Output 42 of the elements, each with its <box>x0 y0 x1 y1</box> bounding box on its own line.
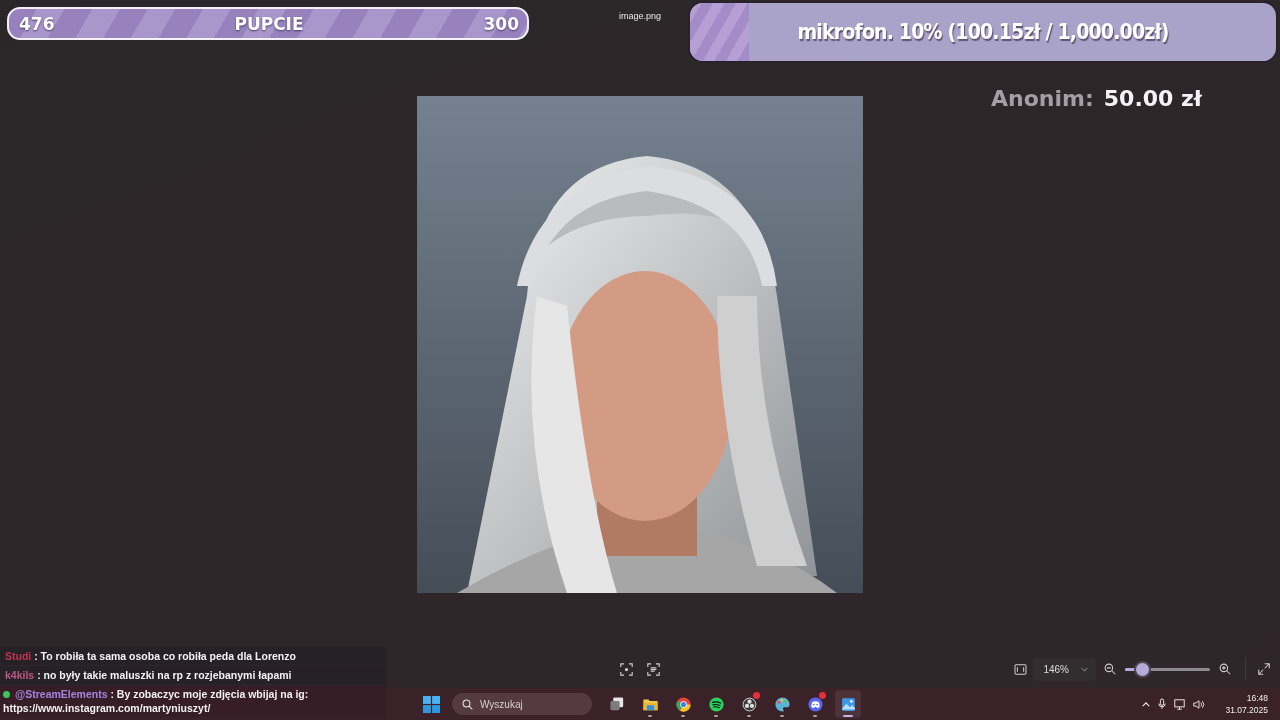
palette-icon <box>773 695 791 713</box>
focus-frame-icon[interactable] <box>620 662 633 676</box>
chat-username: k4kils <box>5 669 35 681</box>
windows-logo-icon <box>422 695 440 713</box>
search-icon <box>462 698 473 710</box>
search-field[interactable]: Wyszukaj <box>452 693 592 715</box>
caret-up-icon[interactable] <box>1142 701 1151 707</box>
monitor-icon[interactable] <box>1174 698 1186 710</box>
counter-value: 476 <box>19 13 55 34</box>
goal-label: mikrofon. 10% (100.15zł / 1,000.00zł) <box>797 20 1169 44</box>
chat-message: : By zobaczyc moje zdjęcia wbijaj na ig: <box>110 688 309 700</box>
zoom-in-icon[interactable] <box>1219 663 1231 675</box>
chevron-down-icon <box>1081 666 1088 672</box>
zoom-dropdown[interactable]: 146% <box>1033 657 1096 681</box>
donation-amount: 50.00 zł <box>1103 86 1202 111</box>
chat-icon <box>806 695 824 713</box>
file-name: image.png <box>619 11 661 23</box>
speaker-icon[interactable] <box>1193 698 1206 710</box>
photo-icon <box>839 695 857 713</box>
music-icon <box>707 695 725 713</box>
chat-message: : no były takie maluszki na rp z rozjebanymi łapami <box>37 669 292 681</box>
slider-thumb[interactable] <box>1136 662 1149 676</box>
clock-date: 31.07.2025 <box>1225 704 1268 716</box>
chat-username: Studi <box>5 650 32 662</box>
browser-icon <box>674 695 692 713</box>
counter-title: PUPCIE <box>234 13 304 34</box>
chat-message: : To robiła ta sama osoba co robiła peda dla Lorenzo <box>34 650 296 662</box>
stacked-windows-icon <box>608 695 626 713</box>
chat-username: @StreamElements <box>15 688 108 700</box>
zoom-out-icon[interactable] <box>1104 663 1116 675</box>
clock[interactable]: 16:48 31.07.2025 <box>1225 692 1268 716</box>
fullscreen-icon[interactable] <box>1258 663 1270 675</box>
search-input[interactable]: Wyszukaj <box>480 698 580 710</box>
donor-name: Anonim: <box>991 86 1094 111</box>
chat-link[interactable]: https://www.instagram.com/martyniuszyt/ <box>3 701 382 715</box>
record-icon <box>740 695 758 713</box>
counter-value: 300 <box>483 13 519 34</box>
microphone-icon[interactable] <box>1158 698 1167 710</box>
taskbar-app-button[interactable] <box>835 690 861 718</box>
scan-text-icon[interactable] <box>647 662 660 676</box>
fit-to-window-icon[interactable] <box>1014 663 1028 675</box>
clock-time: 16:48 <box>1246 692 1268 704</box>
